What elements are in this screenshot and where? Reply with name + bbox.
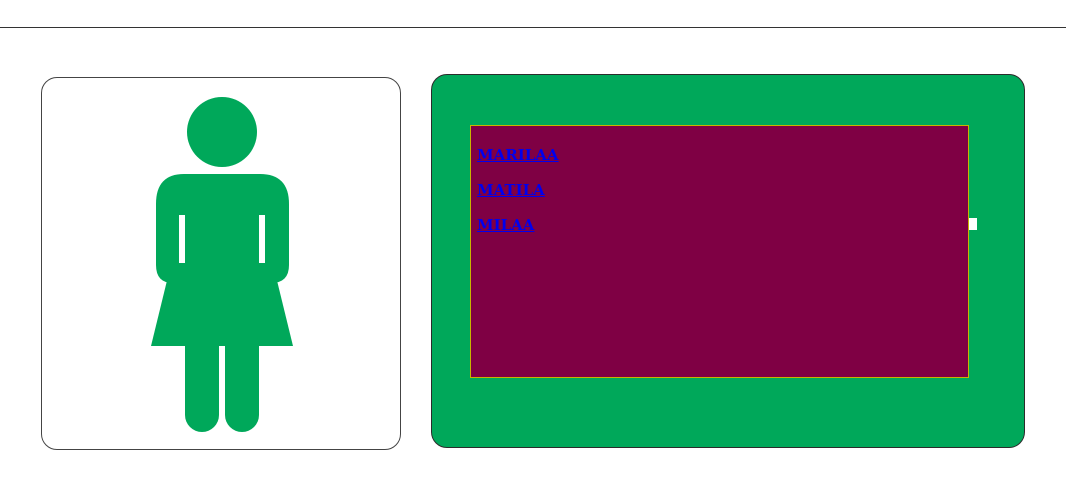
link-marilaa[interactable]: MARILAA (477, 146, 559, 164)
link-list: MARILAA MATILA MILAA (477, 144, 559, 249)
link-milaa[interactable]: MILAA (477, 216, 534, 234)
figure-head (187, 97, 257, 167)
figure-left-leg (185, 328, 219, 432)
figure-left-arm-gap (179, 215, 185, 263)
woman-restroom-icon (151, 97, 293, 432)
green-panel: MARILAA MATILA MILAA (431, 74, 1025, 448)
link-matila[interactable]: MATILA (477, 181, 545, 199)
top-divider (0, 27, 1066, 28)
scroll-handle[interactable] (969, 218, 977, 230)
list-item: MILAA (477, 214, 559, 249)
figure-card (41, 77, 401, 450)
figure-right-leg (225, 328, 259, 432)
link-box: MARILAA MATILA MILAA (470, 125, 969, 378)
figure-skirt (151, 256, 293, 346)
figure-right-arm-gap (259, 215, 265, 263)
page: MARILAA MATILA MILAA (0, 0, 1066, 498)
list-item: MATILA (477, 179, 559, 214)
list-item: MARILAA (477, 144, 559, 179)
